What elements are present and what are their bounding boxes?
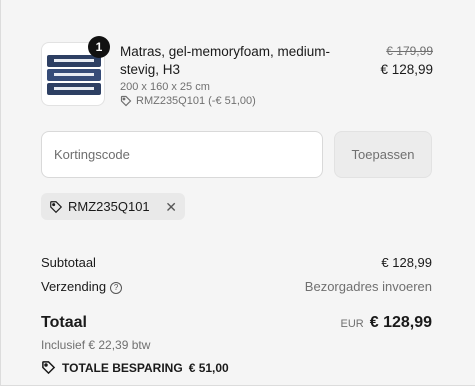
original-price: € 179,99 <box>386 44 433 58</box>
tag-icon <box>42 361 56 375</box>
applied-code-label: RMZ235Q101 <box>68 199 150 214</box>
help-circle-icon[interactable]: ? <box>110 281 123 294</box>
line-item: 1 Matras, gel-memoryfoam, medium-stevig,… <box>41 36 433 108</box>
apply-discount-button[interactable]: Toepassen <box>334 131 432 178</box>
total-value: € 128,99 <box>369 314 432 331</box>
discount-code-input[interactable] <box>41 131 323 178</box>
shipping-row: Verzending? Bezorgadres invoeren <box>41 279 432 294</box>
total-savings: TOTALE BESPARING € 51,00 <box>41 360 229 375</box>
product-title: Matras, gel-memoryfoam, medium-stevig, H… <box>120 44 331 77</box>
currency-code: EUR <box>340 318 364 330</box>
total-label: Totaal <box>41 314 87 331</box>
shipping-label: Verzending <box>41 279 107 294</box>
quantity-badge: 1 <box>88 36 110 58</box>
remove-discount-close-icon[interactable]: ✕ <box>165 200 177 214</box>
tax-note: Inclusief € 22,39 btw <box>41 338 151 352</box>
product-discount: RMZ235Q101 (-€ 51,00) <box>120 95 256 107</box>
savings-value: € 51,00 <box>188 360 229 375</box>
order-summary-panel: 1 Matras, gel-memoryfoam, medium-stevig,… <box>0 0 475 386</box>
tag-icon <box>120 95 132 107</box>
applied-discount-chip: RMZ235Q101 ✕ <box>41 193 185 220</box>
subtotal-label: Subtotaal <box>41 255 96 270</box>
discounted-price: € 128,99 <box>380 62 433 77</box>
subtotal-row: Subtotaal € 128,99 <box>41 255 432 270</box>
total-row: Totaal EUR € 128,99 <box>41 314 432 332</box>
tag-icon <box>50 200 63 213</box>
savings-label: TOTALE BESPARING <box>62 360 183 375</box>
subtotal-value: € 128,99 <box>381 255 432 270</box>
shipping-value: Bezorgadres invoeren <box>304 279 432 294</box>
product-variant: 200 x 160 x 25 cm <box>120 81 210 93</box>
product-discount-label: RMZ235Q101 (-€ 51,00) <box>136 95 256 107</box>
